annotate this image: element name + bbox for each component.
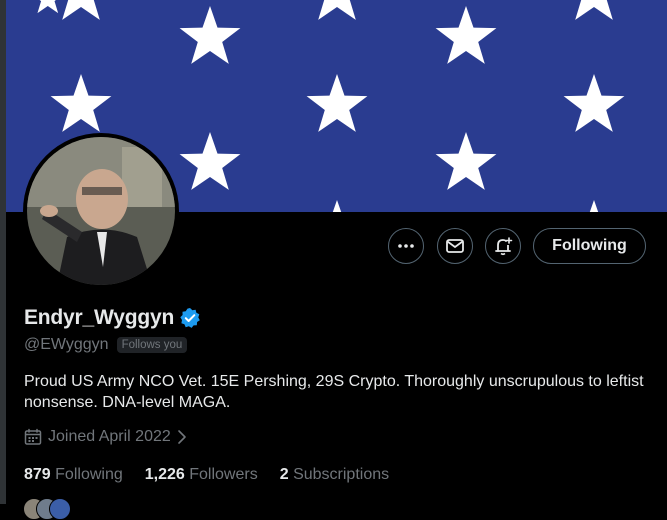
- stat-label: Followers: [189, 466, 258, 483]
- more-icon: [398, 244, 414, 248]
- mini-avatar: [49, 498, 71, 520]
- following-count-link[interactable]: 879 Following: [24, 466, 123, 484]
- handle-row: @EWyggyn Follows you: [24, 336, 188, 354]
- name-row: Endyr_Wyggyn: [24, 306, 201, 330]
- profile-avatar[interactable]: [23, 133, 179, 289]
- notification-bell-icon: [495, 237, 513, 256]
- following-button[interactable]: Following: [533, 228, 646, 264]
- calendar-icon: [24, 428, 42, 445]
- stat-count: 2: [279, 466, 289, 483]
- stat-count: 1,226: [144, 466, 185, 483]
- joined-date: Joined April 2022: [48, 428, 171, 445]
- followers-you-know-avatars[interactable]: [23, 498, 83, 520]
- subscriptions-count-link[interactable]: 2 Subscriptions: [280, 466, 389, 484]
- followers-count-link[interactable]: 1,226 Followers: [145, 466, 258, 484]
- handle: @EWyggyn: [24, 336, 109, 353]
- follows-you-badge: Follows you: [116, 337, 188, 353]
- stats-row: 879 Following 1,226 Followers 2 Subscrip…: [24, 466, 411, 484]
- joined-date-row[interactable]: Joined April 2022: [24, 428, 189, 446]
- chevron-right-icon: [177, 430, 186, 444]
- stat-label: Subscriptions: [293, 466, 390, 483]
- message-icon: [446, 239, 464, 253]
- display-name: Endyr_Wyggyn: [24, 306, 175, 329]
- stat-count: 879: [24, 466, 51, 483]
- more-button[interactable]: [388, 228, 424, 264]
- avatar-photo: [27, 137, 175, 285]
- notifications-button[interactable]: [485, 228, 521, 264]
- message-button[interactable]: [437, 228, 473, 264]
- profile-bio: Proud US Army NCO Vet. 15E Pershing, 29S…: [24, 373, 644, 411]
- verified-badge-icon[interactable]: [179, 307, 201, 329]
- stat-label: Following: [55, 466, 123, 483]
